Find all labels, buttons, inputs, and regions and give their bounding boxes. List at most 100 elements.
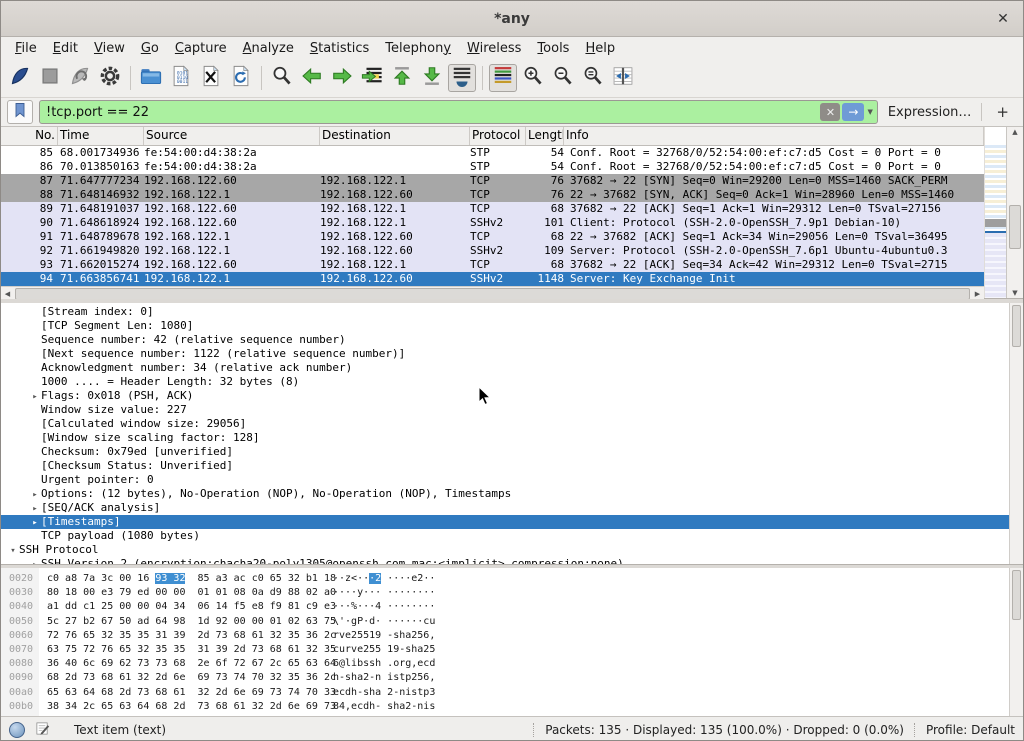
resize-columns-button[interactable] (609, 64, 637, 92)
hex-bytes[interactable]: 72 76 65 32 35 35 31 39 2d 73 68 61 32 3… (47, 629, 333, 643)
ascii-bytes[interactable]: 84,ecdh- sha2-nis (333, 701, 435, 712)
packet-row-94[interactable]: 9471.663856741192.168.122.1192.168.122.6… (1, 272, 984, 286)
detail-line[interactable]: [Stream index: 0] (1, 305, 1023, 319)
hex-row-0020[interactable]: 0020c0 a8 7a 3c 00 16 93 32 85 a3 ac c0 … (1, 572, 1023, 586)
filter-clear-button[interactable]: ✕ (820, 103, 840, 121)
menu-item-view[interactable]: View (86, 39, 133, 58)
hex-bytes[interactable]: 65 63 64 68 2d 73 68 61 32 2d 6e 69 73 7… (47, 686, 333, 700)
bytes-scroll-thumb[interactable] (1012, 570, 1021, 620)
ascii-bytes[interactable]: rve25519 -sha256, (333, 630, 435, 641)
expert-info-button[interactable] (9, 722, 25, 738)
packet-row-90[interactable]: 9071.648618924192.168.122.60192.168.122.… (1, 216, 984, 230)
menu-item-go[interactable]: Go (133, 39, 167, 58)
bytes-vertical-scrollbar[interactable] (1009, 568, 1023, 716)
menu-item-statistics[interactable]: Statistics (302, 39, 377, 58)
hex-bytes[interactable]: 63 75 72 76 65 32 35 35 31 39 2d 73 68 6… (47, 643, 333, 657)
detail-line[interactable]: ▾SSH Protocol (1, 543, 1023, 557)
ascii-bytes[interactable]: 6@libssh .org,ecd (333, 658, 435, 669)
hex-row-0060[interactable]: 006072 76 65 32 35 35 31 39 2d 73 68 61 … (1, 629, 1023, 643)
hex-bytes[interactable]: c0 a8 7a 3c 00 16 93 32 85 a3 ac c0 65 3… (47, 572, 333, 586)
ascii-selected-bytes[interactable]: ·2 (369, 573, 381, 584)
hex-selected-bytes[interactable]: 93 32 (155, 573, 185, 584)
hex-bytes[interactable]: a1 dd c1 25 00 00 04 34 06 14 f5 e8 f9 8… (47, 600, 333, 614)
go-last-packet-button[interactable] (418, 64, 446, 92)
detail-line[interactable]: [TCP Segment Len: 1080] (1, 319, 1023, 333)
detail-line[interactable]: TCP payload (1080 bytes) (1, 529, 1023, 543)
hex-row-0040[interactable]: 0040a1 dd c1 25 00 00 04 34 06 14 f5 e8 … (1, 600, 1023, 614)
menu-item-telephony[interactable]: Telephony (377, 39, 459, 58)
menu-item-tools[interactable]: Tools (529, 39, 577, 58)
hex-bytes[interactable]: 80 18 00 e3 79 ed 00 00 01 01 08 0a d9 8… (47, 586, 333, 600)
zoom-out-button[interactable] (549, 64, 577, 92)
detail-line[interactable]: [Next sequence number: 1122 (relative se… (1, 347, 1023, 361)
menu-item-file[interactable]: File (7, 39, 45, 58)
detail-line[interactable]: Urgent pointer: 0 (1, 473, 1023, 487)
ascii-bytes[interactable]: ···%···4 ········ (333, 601, 435, 612)
intelligent-scrollbar[interactable] (984, 127, 1006, 298)
hex-row-0050[interactable]: 00505c 27 b2 67 50 ad 64 98 1d 92 00 00 … (1, 615, 1023, 629)
ascii-bytes[interactable]: curve255 19-sha25 (333, 644, 435, 655)
column-header-length[interactable]: Length (526, 127, 564, 145)
detail-line[interactable]: 1000 .... = Header Length: 32 bytes (8) (1, 375, 1023, 389)
detail-line[interactable]: ▸[Timestamps] (1, 515, 1023, 529)
add-filter-button[interactable]: + (988, 103, 1017, 121)
hex-row-0030[interactable]: 003080 18 00 e3 79 ed 00 00 01 01 08 0a … (1, 586, 1023, 600)
start-capture-button[interactable] (6, 64, 34, 92)
expand-arrow-icon[interactable]: ▸ (29, 390, 41, 404)
detail-line[interactable]: ▸[SEQ/ACK analysis] (1, 501, 1023, 515)
display-filter-input[interactable]: !tcp.port == 22 ✕ → ▼ (39, 100, 878, 124)
packet-list-vertical-scrollbar[interactable]: ▲ ▼ (1006, 127, 1023, 298)
ascii-bytes[interactable]: ··z<···2 ····e2·· (333, 573, 435, 584)
close-file-button[interactable] (197, 64, 225, 92)
save-file-button[interactable]: 010101100011 (167, 64, 195, 92)
expand-arrow-icon[interactable]: ▸ (29, 558, 41, 565)
column-header-protocol[interactable]: Protocol (470, 127, 526, 145)
vscroll-thumb[interactable] (1009, 205, 1021, 249)
detail-line[interactable]: Acknowledgment number: 34 (relative ack … (1, 361, 1023, 375)
column-header-no[interactable]: No. (1, 127, 58, 145)
ascii-bytes[interactable]: ecdh-sha 2-nistp3 (333, 687, 435, 698)
find-packet-button[interactable] (268, 64, 296, 92)
expand-arrow-icon[interactable]: ▸ (29, 502, 41, 516)
auto-scroll-toggle[interactable] (448, 64, 476, 92)
restart-capture-button[interactable] (66, 64, 94, 92)
hscroll-thumb[interactable] (15, 288, 970, 300)
expand-arrow-icon[interactable]: ▸ (29, 516, 41, 530)
detail-line[interactable]: [Calculated window size: 29056] (1, 417, 1023, 431)
menu-item-help[interactable]: Help (577, 39, 623, 58)
status-profile[interactable]: Profile: Default (926, 723, 1015, 737)
hex-bytes[interactable]: 38 34 2c 65 63 64 68 2d 73 68 61 32 2d 6… (47, 700, 333, 714)
scroll-right-icon[interactable]: ▶ (971, 290, 984, 298)
hex-bytes[interactable]: 36 40 6c 69 62 73 73 68 2e 6f 72 67 2c 6… (47, 657, 333, 671)
hex-row-0080[interactable]: 008036 40 6c 69 62 73 73 68 2e 6f 72 67 … (1, 657, 1023, 671)
zoom-100-button[interactable] (579, 64, 607, 92)
detail-line[interactable]: ▸Options: (12 bytes), No-Operation (NOP)… (1, 487, 1023, 501)
packet-row-89[interactable]: 8971.648191037192.168.122.60192.168.122.… (1, 202, 984, 216)
hex-row-00b0[interactable]: 00b038 34 2c 65 63 64 68 2d 73 68 61 32 … (1, 700, 1023, 714)
packet-row-85[interactable]: 8568.001734936fe:54:00:d4:38:2aSTP54Conf… (1, 146, 984, 160)
scroll-down-icon[interactable]: ▼ (1007, 289, 1023, 297)
scroll-left-icon[interactable]: ◀ (1, 290, 14, 298)
hex-row-00a0[interactable]: 00a065 63 64 68 2d 73 68 61 32 2d 6e 69 … (1, 686, 1023, 700)
packet-list-horizontal-scrollbar[interactable]: ◀ ▶ (1, 286, 984, 300)
detail-line[interactable]: Sequence number: 42 (relative sequence n… (1, 333, 1023, 347)
detail-line[interactable]: [Checksum Status: Unverified] (1, 459, 1023, 473)
menu-item-analyze[interactable]: Analyze (235, 39, 302, 58)
menu-item-edit[interactable]: Edit (45, 39, 86, 58)
open-file-button[interactable] (137, 64, 165, 92)
reload-file-button[interactable] (227, 64, 255, 92)
detail-line[interactable]: Window size value: 227 (1, 403, 1023, 417)
detail-line[interactable]: ▸SSH Version 2 (encryption:chacha20-poly… (1, 557, 1023, 565)
menu-item-wireless[interactable]: Wireless (459, 39, 529, 58)
close-window-button[interactable]: ✕ (993, 9, 1013, 29)
capture-options-button[interactable] (96, 64, 124, 92)
expand-arrow-icon[interactable]: ▾ (7, 544, 19, 558)
filter-dropdown-caret-icon[interactable]: ▼ (866, 108, 876, 116)
go-to-packet-button[interactable] (358, 64, 386, 92)
scroll-up-icon[interactable]: ▲ (1007, 128, 1023, 136)
hex-bytes[interactable]: 5c 27 b2 67 50 ad 64 98 1d 92 00 00 01 0… (47, 615, 333, 629)
go-back-button[interactable] (298, 64, 326, 92)
colorize-toggle[interactable] (489, 64, 517, 92)
column-header-destination[interactable]: Destination (320, 127, 470, 145)
detail-line[interactable]: ▸Flags: 0x018 (PSH, ACK) (1, 389, 1023, 403)
